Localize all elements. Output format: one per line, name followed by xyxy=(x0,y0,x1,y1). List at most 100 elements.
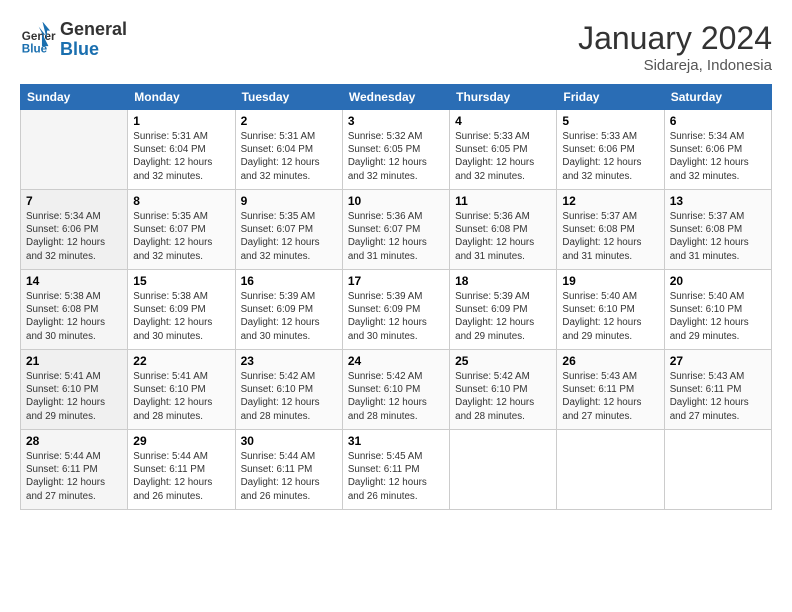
calendar-cell: 24Sunrise: 5:42 AM Sunset: 6:10 PM Dayli… xyxy=(342,350,449,430)
calendar-cell: 17Sunrise: 5:39 AM Sunset: 6:09 PM Dayli… xyxy=(342,270,449,350)
day-number: 14 xyxy=(26,274,122,288)
day-info: Sunrise: 5:39 AM Sunset: 6:09 PM Dayligh… xyxy=(348,290,444,343)
day-info: Sunrise: 5:31 AM Sunset: 6:04 PM Dayligh… xyxy=(133,130,229,183)
day-number: 23 xyxy=(241,354,337,368)
day-number: 7 xyxy=(26,194,122,208)
day-number: 13 xyxy=(670,194,766,208)
calendar-cell: 20Sunrise: 5:40 AM Sunset: 6:10 PM Dayli… xyxy=(664,270,771,350)
day-info: Sunrise: 5:44 AM Sunset: 6:11 PM Dayligh… xyxy=(26,450,122,503)
day-number: 30 xyxy=(241,434,337,448)
calendar-cell: 23 Sunrise: 5:42 AM Sunset: 6:10 PM Dayli… xyxy=(235,350,342,430)
calendar-table: SundayMondayTuesdayWednesdayThursdayFrid… xyxy=(20,84,772,510)
calendar-cell: 25 Sunrise: 5:42 AM Sunset: 6:10 PM Dayli… xyxy=(450,350,557,430)
day-info: Sunrise: 5:39 AM Sunset: 6:09 PM Dayligh… xyxy=(455,290,551,343)
svg-text:General: General xyxy=(22,30,56,43)
day-info: Sunrise: 5:38 AM Sunset: 6:08 PM Dayligh… xyxy=(26,290,122,343)
day-number: 21 xyxy=(26,354,122,368)
logo-name-blue: Blue xyxy=(60,40,127,60)
logo-name-general: General xyxy=(60,20,127,40)
day-info: Sunrise: 5:36 AM Sunset: 6:07 PM Dayligh… xyxy=(348,210,444,263)
day-number: 4 xyxy=(455,114,551,128)
day-info: Sunrise: 5:34 AM Sunset: 6:06 PM Dayligh… xyxy=(26,210,122,263)
day-info: Sunrise: 5:31 AM Sunset: 6:04 PM Dayligh… xyxy=(241,130,337,183)
calendar-cell: 22Sunrise: 5:41 AM Sunset: 6:10 PM Dayli… xyxy=(128,350,235,430)
month-title: January 2024 xyxy=(578,20,772,57)
calendar-cell: 31 Sunrise: 5:45 AM Sunset: 6:11 PM Dayli… xyxy=(342,430,449,510)
calendar-cell: 27 Sunrise: 5:43 AM Sunset: 6:11 PM Dayli… xyxy=(664,350,771,430)
calendar-cell: 13 Sunrise: 5:37 AM Sunset: 6:08 PM Dayli… xyxy=(664,190,771,270)
calendar-cell: 19Sunrise: 5:40 AM Sunset: 6:10 PM Dayli… xyxy=(557,270,664,350)
calendar-cell: 6 Sunrise: 5:34 AM Sunset: 6:06 PM Daylig… xyxy=(664,110,771,190)
day-info: Sunrise: 5:45 AM Sunset: 6:11 PM Dayligh… xyxy=(348,450,444,503)
day-info: Sunrise: 5:35 AM Sunset: 6:07 PM Dayligh… xyxy=(241,210,337,263)
location-subtitle: Sidareja, Indonesia xyxy=(578,57,772,74)
calendar-cell: 26 Sunrise: 5:43 AM Sunset: 6:11 PM Dayli… xyxy=(557,350,664,430)
day-info: Sunrise: 5:39 AM Sunset: 6:09 PM Dayligh… xyxy=(241,290,337,343)
day-number: 8 xyxy=(133,194,229,208)
day-info: Sunrise: 5:43 AM Sunset: 6:11 PM Dayligh… xyxy=(562,370,658,423)
calendar-cell: 2 Sunrise: 5:31 AM Sunset: 6:04 PM Daylig… xyxy=(235,110,342,190)
day-info: Sunrise: 5:42 AM Sunset: 6:10 PM Dayligh… xyxy=(348,370,444,423)
calendar-cell: 11 Sunrise: 5:36 AM Sunset: 6:08 PM Dayli… xyxy=(450,190,557,270)
calendar-cell: 15 Sunrise: 5:38 AM Sunset: 6:09 PM Dayli… xyxy=(128,270,235,350)
day-info: Sunrise: 5:35 AM Sunset: 6:07 PM Dayligh… xyxy=(133,210,229,263)
calendar-cell xyxy=(664,430,771,510)
calendar-cell xyxy=(21,110,128,190)
calendar-cell xyxy=(557,430,664,510)
day-info: Sunrise: 5:43 AM Sunset: 6:11 PM Dayligh… xyxy=(670,370,766,423)
calendar-cell: 10 Sunrise: 5:36 AM Sunset: 6:07 PM Dayli… xyxy=(342,190,449,270)
day-number: 6 xyxy=(670,114,766,128)
title-block: January 2024 Sidareja, Indonesia xyxy=(578,20,772,74)
day-number: 1 xyxy=(133,114,229,128)
day-number: 9 xyxy=(241,194,337,208)
day-number: 20 xyxy=(670,274,766,288)
day-number: 10 xyxy=(348,194,444,208)
day-info: Sunrise: 5:37 AM Sunset: 6:08 PM Dayligh… xyxy=(562,210,658,263)
day-info: Sunrise: 5:44 AM Sunset: 6:11 PM Dayligh… xyxy=(133,450,229,503)
day-number: 25 xyxy=(455,354,551,368)
day-info: Sunrise: 5:37 AM Sunset: 6:08 PM Dayligh… xyxy=(670,210,766,263)
calendar-cell: 4Sunrise: 5:33 AM Sunset: 6:05 PM Daylig… xyxy=(450,110,557,190)
calendar-cell: 30 Sunrise: 5:44 AM Sunset: 6:11 PM Dayli… xyxy=(235,430,342,510)
calendar-cell: 8 Sunrise: 5:35 AM Sunset: 6:07 PM Daylig… xyxy=(128,190,235,270)
logo-icon: General Blue xyxy=(20,22,56,58)
day-number: 11 xyxy=(455,194,551,208)
calendar-cell: 18 Sunrise: 5:39 AM Sunset: 6:09 PM Dayli… xyxy=(450,270,557,350)
day-number: 16 xyxy=(241,274,337,288)
day-number: 15 xyxy=(133,274,229,288)
weekday-header-saturday: Saturday xyxy=(664,85,771,110)
day-info: Sunrise: 5:42 AM Sunset: 6:10 PM Dayligh… xyxy=(241,370,337,423)
day-info: Sunrise: 5:34 AM Sunset: 6:06 PM Dayligh… xyxy=(670,130,766,183)
day-info: Sunrise: 5:38 AM Sunset: 6:09 PM Dayligh… xyxy=(133,290,229,343)
calendar-cell: 29 Sunrise: 5:44 AM Sunset: 6:11 PM Dayli… xyxy=(128,430,235,510)
day-info: Sunrise: 5:40 AM Sunset: 6:10 PM Dayligh… xyxy=(562,290,658,343)
weekday-header-wednesday: Wednesday xyxy=(342,85,449,110)
weekday-header-monday: Monday xyxy=(128,85,235,110)
day-number: 18 xyxy=(455,274,551,288)
day-info: Sunrise: 5:42 AM Sunset: 6:10 PM Dayligh… xyxy=(455,370,551,423)
calendar-cell: 5 Sunrise: 5:33 AM Sunset: 6:06 PM Daylig… xyxy=(557,110,664,190)
day-number: 22 xyxy=(133,354,229,368)
day-number: 26 xyxy=(562,354,658,368)
weekday-header-tuesday: Tuesday xyxy=(235,85,342,110)
day-number: 5 xyxy=(562,114,658,128)
weekday-header-thursday: Thursday xyxy=(450,85,557,110)
day-info: Sunrise: 5:32 AM Sunset: 6:05 PM Dayligh… xyxy=(348,130,444,183)
day-info: Sunrise: 5:44 AM Sunset: 6:11 PM Dayligh… xyxy=(241,450,337,503)
day-number: 31 xyxy=(348,434,444,448)
day-number: 27 xyxy=(670,354,766,368)
calendar-cell: 9 Sunrise: 5:35 AM Sunset: 6:07 PM Daylig… xyxy=(235,190,342,270)
calendar-cell: 14 Sunrise: 5:38 AM Sunset: 6:08 PM Dayli… xyxy=(21,270,128,350)
logo: General Blue General Blue xyxy=(20,20,127,60)
day-info: Sunrise: 5:36 AM Sunset: 6:08 PM Dayligh… xyxy=(455,210,551,263)
calendar-cell: 1 Sunrise: 5:31 AM Sunset: 6:04 PM Daylig… xyxy=(128,110,235,190)
calendar-cell xyxy=(450,430,557,510)
day-number: 12 xyxy=(562,194,658,208)
day-info: Sunrise: 5:33 AM Sunset: 6:06 PM Dayligh… xyxy=(562,130,658,183)
calendar-cell: 21 Sunrise: 5:41 AM Sunset: 6:10 PM Dayli… xyxy=(21,350,128,430)
day-number: 29 xyxy=(133,434,229,448)
calendar-cell: 16 Sunrise: 5:39 AM Sunset: 6:09 PM Dayli… xyxy=(235,270,342,350)
day-info: Sunrise: 5:41 AM Sunset: 6:10 PM Dayligh… xyxy=(26,370,122,423)
page-header: General Blue General Blue January 2024 S… xyxy=(20,20,772,74)
day-number: 2 xyxy=(241,114,337,128)
